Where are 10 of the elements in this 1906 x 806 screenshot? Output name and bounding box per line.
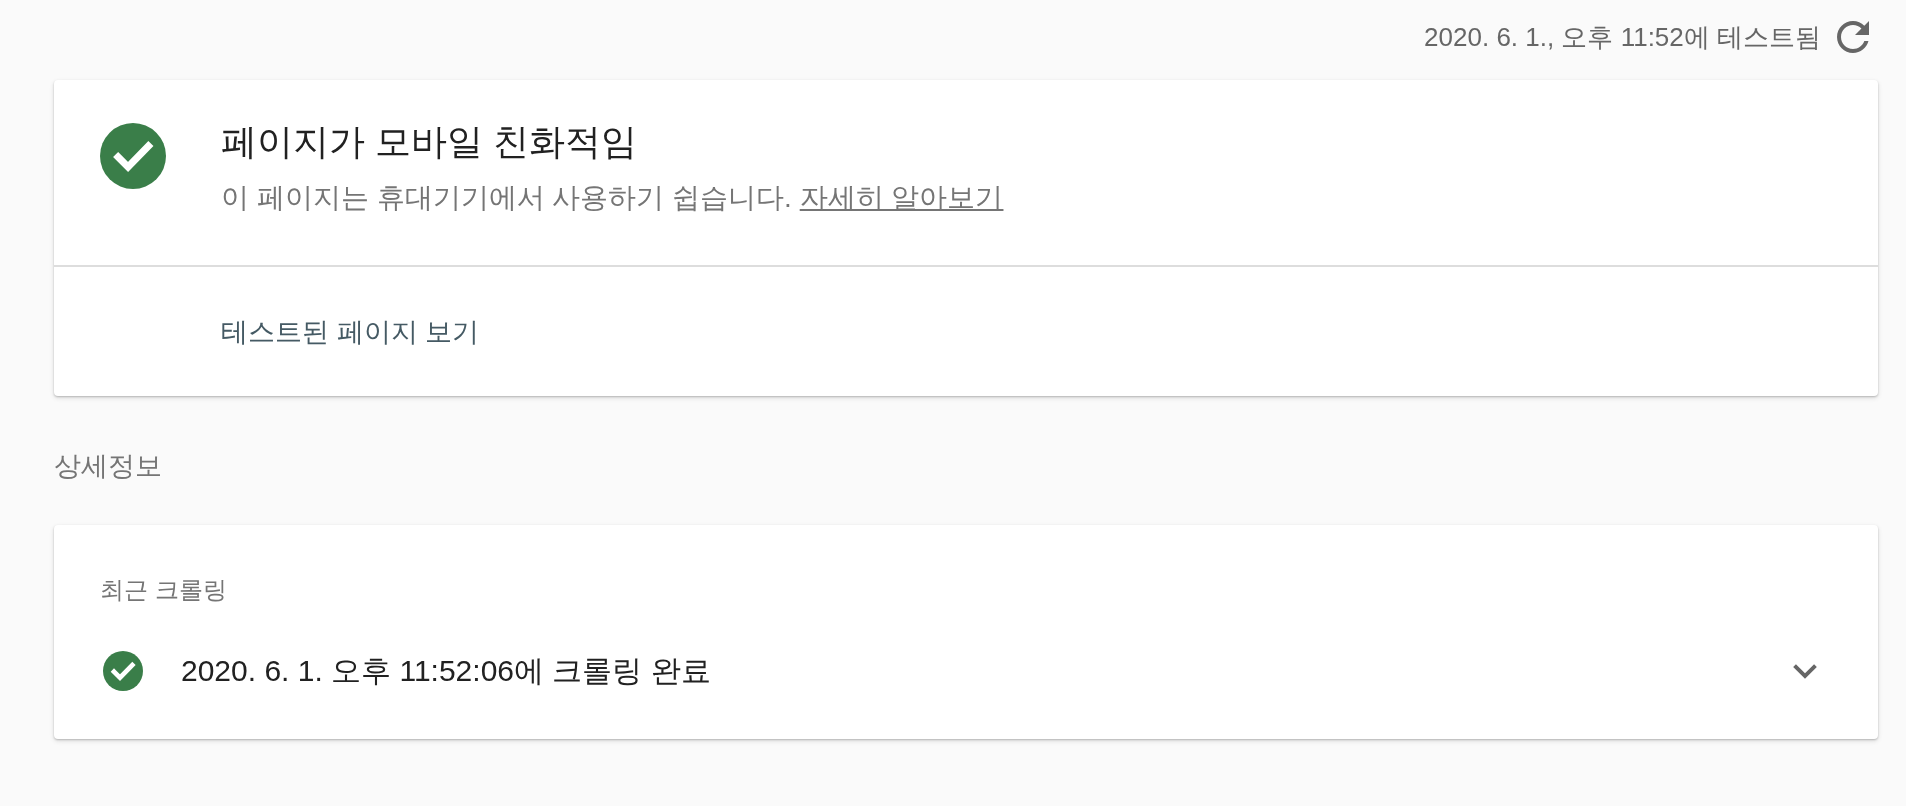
refresh-icon[interactable] bbox=[1837, 21, 1869, 53]
verdict-description: 이 페이지는 휴대기기에서 사용하기 쉽습니다. 자세히 알아보기 bbox=[221, 181, 1004, 215]
chevron-down-icon[interactable] bbox=[1793, 663, 1817, 679]
view-tested-page-button[interactable]: 테스트된 페이지 보기 bbox=[213, 307, 487, 356]
section-heading: 상세정보 bbox=[54, 450, 162, 483]
crawl-status-text: 2020. 6. 1. 오후 11:52:06에 크롤링 완료 bbox=[181, 652, 711, 689]
learn-more-link[interactable]: 자세히 알아보기 bbox=[799, 182, 1004, 213]
crawl-label: 최근 크롤링 bbox=[100, 575, 227, 605]
verdict-title: 페이지가 모바일 친화적임 bbox=[221, 120, 638, 164]
test-timestamp: 2020. 6. 1., 오후 11:52에 테스트됨 bbox=[1424, 20, 1821, 54]
